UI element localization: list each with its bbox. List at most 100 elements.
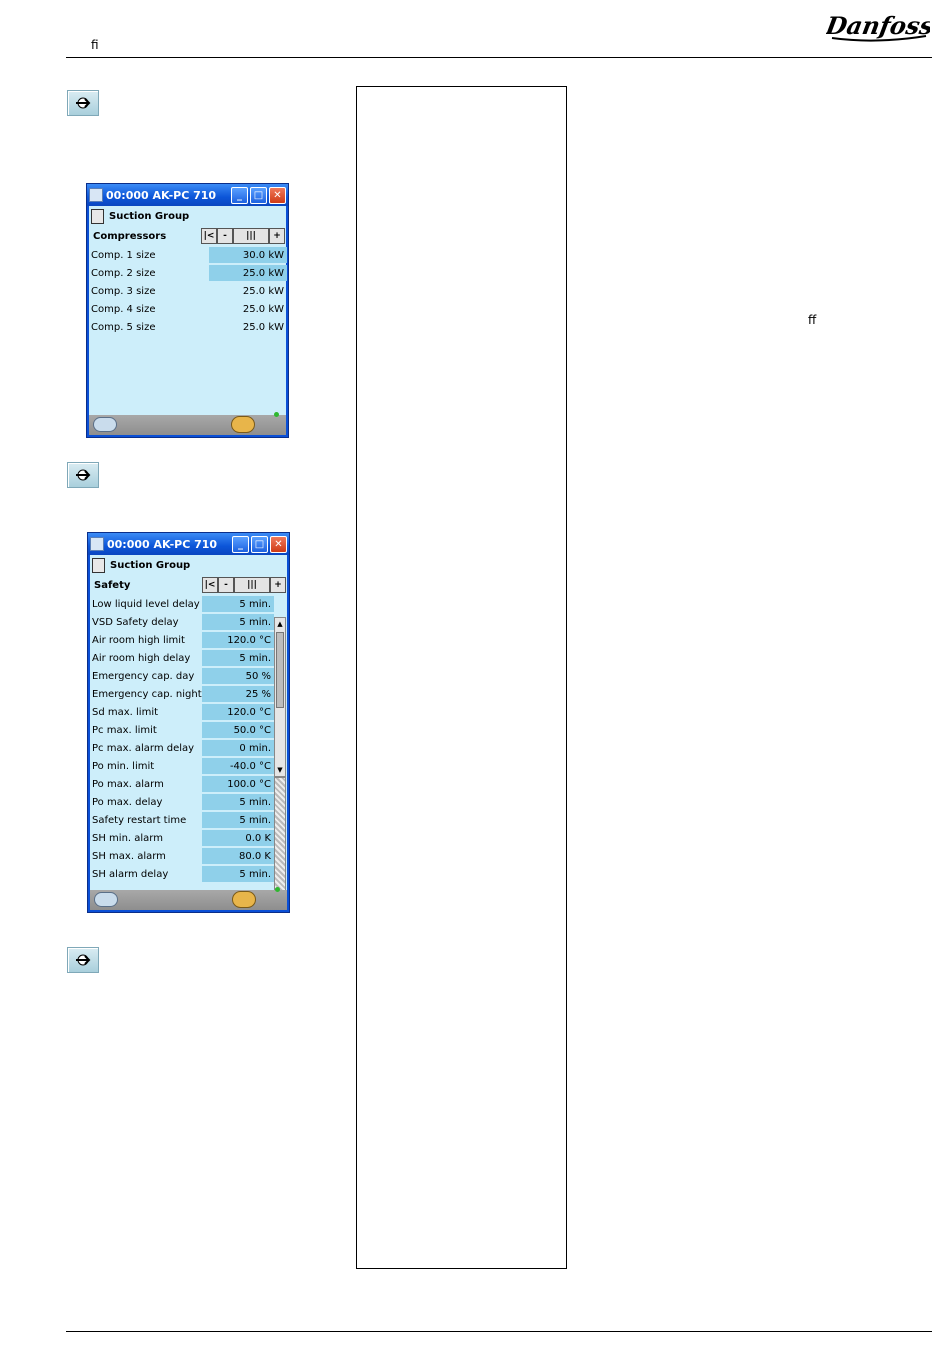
list-scrollbar-lower[interactable]: ▼: [274, 777, 286, 903]
setting-label: Po min. limit: [92, 760, 155, 772]
setting-value[interactable]: 25.0 kW: [209, 319, 287, 335]
setting-label: Comp. 3 size: [91, 285, 156, 297]
close-icon: ✕: [273, 189, 282, 201]
setting-label: Safety restart time: [92, 814, 187, 826]
status-icon-left[interactable]: [93, 417, 117, 432]
setting-value[interactable]: 0.0 K: [202, 830, 274, 846]
next-page-button[interactable]: +: [270, 577, 286, 593]
setting-row[interactable]: SH max. alarm 80.0 K: [90, 847, 287, 865]
setting-value[interactable]: 50.0 °C: [202, 722, 274, 738]
scroll-down-icon[interactable]: ▼: [275, 764, 285, 776]
setting-row[interactable]: Air room high limit 120.0 °C: [90, 631, 287, 649]
setting-row[interactable]: SH min. alarm 0.0 K: [90, 829, 287, 847]
setting-row[interactable]: Comp. 4 size 25.0 kW: [89, 300, 286, 318]
setting-value[interactable]: 5 min.: [202, 650, 274, 666]
setting-label: Comp. 4 size: [91, 303, 156, 315]
setting-row[interactable]: Pc max. alarm delay 0 min.: [90, 739, 287, 757]
setting-label: Pc max. alarm delay: [92, 742, 195, 754]
setting-value[interactable]: 100.0 °C: [202, 776, 274, 792]
setting-label: SH alarm delay: [92, 868, 169, 880]
scroll-up-icon[interactable]: ▲: [275, 618, 285, 630]
suction-group-icon: [92, 557, 105, 573]
close-button[interactable]: ✕: [269, 186, 286, 204]
setting-value[interactable]: 0 min.: [202, 740, 274, 756]
setting-label: Air room high delay: [92, 652, 191, 664]
setting-value[interactable]: 5 min.: [202, 596, 274, 612]
setting-label: Po max. alarm: [92, 778, 164, 790]
setting-row[interactable]: Comp. 5 size 25.0 kW: [89, 318, 286, 336]
service-tool-icon[interactable]: [231, 416, 255, 433]
prev-page-button[interactable]: -: [218, 577, 234, 593]
arrow-right-icon: [76, 954, 91, 966]
side-glyph: ﬀ: [808, 313, 817, 327]
close-button[interactable]: ✕: [270, 535, 287, 553]
setting-row[interactable]: SH alarm delay 5 min.: [90, 865, 287, 883]
window-titlebar[interactable]: 00:000 AK-PC 710 _ □ ✕: [88, 533, 289, 555]
prev-page-button[interactable]: -: [217, 228, 233, 244]
close-icon: ✕: [274, 538, 283, 550]
setting-row[interactable]: Low liquid level delay 5 min.: [90, 595, 287, 613]
setting-row[interactable]: Po max. alarm 100.0 °C: [90, 775, 287, 793]
group-title: Suction Group: [109, 210, 190, 222]
setting-row[interactable]: Pc max. limit 50.0 °C: [90, 721, 287, 739]
setting-row[interactable]: Safety restart time 5 min.: [90, 811, 287, 829]
setting-row[interactable]: Comp. 3 size 25.0 kW: [89, 282, 286, 300]
maximize-button[interactable]: □: [251, 535, 268, 553]
next-step-button-2[interactable]: [67, 462, 99, 488]
window-title: 00:000 AK-PC 710: [106, 188, 217, 202]
online-indicator-icon: [274, 412, 279, 417]
setting-row[interactable]: Air room high delay 5 min.: [90, 649, 287, 667]
setting-value[interactable]: 25.0 kW: [209, 283, 287, 299]
next-page-button[interactable]: +: [269, 228, 285, 244]
status-icon-left[interactable]: [94, 892, 118, 907]
setting-value[interactable]: 5 min.: [202, 794, 274, 810]
scroll-thumb[interactable]: [276, 632, 284, 708]
setting-row[interactable]: Sd max. limit 120.0 °C: [90, 703, 287, 721]
section-title: Safety: [94, 579, 131, 591]
setting-value[interactable]: 5 min.: [202, 812, 274, 828]
setting-value[interactable]: 30.0 kW: [209, 247, 287, 263]
setting-label: Po max. delay: [92, 796, 163, 808]
next-step-button-1[interactable]: [67, 90, 99, 116]
setting-value[interactable]: 25.0 kW: [209, 301, 287, 317]
setting-label: SH min. alarm: [92, 832, 163, 844]
setting-row[interactable]: VSD Safety delay 5 min.: [90, 613, 287, 631]
minimize-button[interactable]: _: [232, 535, 249, 553]
setting-value[interactable]: 120.0 °C: [202, 632, 274, 648]
setting-row[interactable]: Po max. delay 5 min.: [90, 793, 287, 811]
setting-value[interactable]: 5 min.: [202, 614, 274, 630]
app-icon: [90, 537, 104, 551]
setting-value[interactable]: 80.0 K: [202, 848, 274, 864]
setting-label: SH max. alarm: [92, 850, 166, 862]
setting-row[interactable]: Comp. 1 size 30.0 kW: [89, 246, 287, 264]
service-tool-icon[interactable]: [232, 891, 256, 908]
section-bar: Compressors |< - ||| +: [89, 226, 286, 246]
minimize-icon: _: [238, 538, 243, 550]
setting-label: VSD Safety delay: [92, 616, 179, 628]
window-titlebar[interactable]: 00:000 AK-PC 710 _ □ ✕: [87, 184, 288, 206]
setting-value[interactable]: 25 %: [202, 686, 274, 702]
setting-value[interactable]: 120.0 °C: [202, 704, 274, 720]
setting-row[interactable]: Po min. limit -40.0 °C: [90, 757, 287, 775]
first-page-button[interactable]: |<: [201, 228, 217, 244]
setting-row[interactable]: Emergency cap. night 25 %: [90, 685, 287, 703]
list-scrollbar-upper[interactable]: ▲ ▼: [274, 617, 286, 777]
minimize-icon: _: [237, 189, 242, 201]
setting-row[interactable]: Comp. 2 size 25.0 kW: [89, 264, 287, 282]
content-frame: [356, 86, 567, 1269]
header-glyph: ﬁ: [91, 38, 99, 52]
page-slider[interactable]: |||: [234, 577, 270, 593]
setting-label: Comp. 1 size: [91, 249, 156, 261]
minimize-button[interactable]: _: [231, 186, 248, 204]
setting-value[interactable]: 5 min.: [202, 866, 274, 882]
next-step-button-3[interactable]: [67, 947, 99, 973]
footer-rule: [66, 1331, 932, 1332]
setting-value[interactable]: 25.0 kW: [209, 265, 287, 281]
page-slider[interactable]: |||: [233, 228, 269, 244]
setting-value[interactable]: -40.0 °C: [202, 758, 274, 774]
setting-value[interactable]: 50 %: [202, 668, 274, 684]
setting-row[interactable]: Emergency cap. day 50 %: [90, 667, 287, 685]
setting-label: Sd max. limit: [92, 706, 159, 718]
maximize-button[interactable]: □: [250, 186, 267, 204]
first-page-button[interactable]: |<: [202, 577, 218, 593]
